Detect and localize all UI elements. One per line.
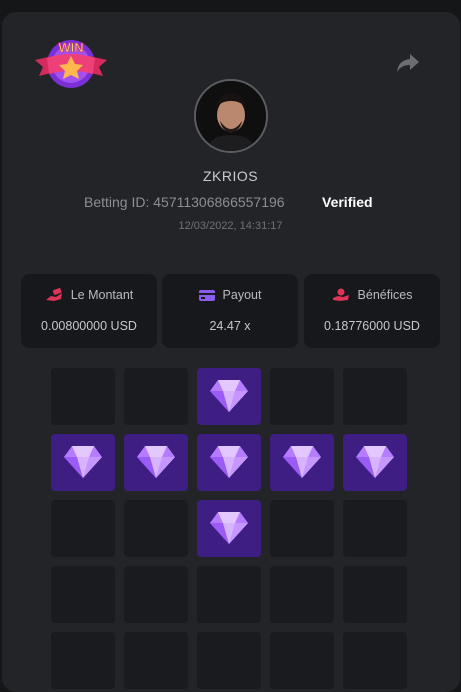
grid-tile-empty — [343, 368, 407, 425]
grid-tile-empty — [51, 500, 115, 557]
stat-profit-label: Bénéfices — [357, 288, 413, 302]
stat-profit: Bénéfices 0.18776000 USD — [304, 274, 440, 348]
bet-timestamp: 12/03/2022, 14:31:17 — [178, 220, 283, 232]
grid-tile-empty — [343, 500, 407, 557]
stat-payout-label: Payout — [222, 288, 262, 302]
grid-tile-gem — [197, 434, 261, 491]
betting-id: Betting ID: 4571130686655719​6 — [84, 194, 285, 210]
grid-tile-gem — [343, 434, 407, 491]
grid-tile-empty — [51, 566, 115, 623]
wallet-icon — [198, 289, 215, 301]
stat-payout: Payout 24.47 x — [162, 274, 298, 348]
grid-tile-empty — [51, 632, 115, 689]
grid-tile-empty — [124, 368, 188, 425]
player-name: ZKRIOS — [202, 168, 259, 184]
stat-amount: Le Montant 0.00800000 USD — [21, 274, 157, 348]
grid-tile-gem — [51, 434, 115, 491]
grid-tile-empty — [124, 500, 188, 557]
grid-tile-empty — [124, 566, 188, 623]
grid-tile-gem — [197, 500, 261, 557]
share-icon[interactable] — [396, 52, 420, 74]
grid-tile-empty — [197, 566, 261, 623]
stat-amount-label: Le Montant — [70, 288, 134, 302]
stat-payout-value: 24.47 x — [209, 319, 251, 333]
grid-tile-empty — [343, 566, 407, 623]
grid-tile-empty — [197, 632, 261, 689]
grid-tile-gem — [197, 368, 261, 425]
gem-icon — [356, 446, 394, 478]
gem-icon — [210, 380, 248, 412]
grid-tile-gem — [124, 434, 188, 491]
grid-tile-empty — [270, 566, 334, 623]
hand-money-icon — [45, 288, 62, 301]
stat-profit-value: 0.18776000 USD — [324, 319, 420, 333]
grid-tile-empty — [270, 500, 334, 557]
avatar — [194, 79, 268, 153]
grid-tile-empty — [270, 632, 334, 689]
gem-icon — [283, 446, 321, 478]
stat-amount-value: 0.00800000 USD — [41, 319, 137, 333]
grid-tile-empty — [51, 368, 115, 425]
grid-tile-empty — [270, 368, 334, 425]
gem-icon — [137, 446, 175, 478]
win-badge-text: WIN — [58, 40, 83, 55]
grid-tile-empty — [124, 632, 188, 689]
gem-icon — [210, 512, 248, 544]
grid-tile-gem — [270, 434, 334, 491]
hand-coin-icon — [332, 288, 349, 301]
grid-tile-empty — [343, 632, 407, 689]
gem-icon — [64, 446, 102, 478]
gem-icon — [210, 446, 248, 478]
win-badge-icon: WIN — [35, 40, 107, 88]
verified-badge: Verified — [322, 194, 373, 210]
